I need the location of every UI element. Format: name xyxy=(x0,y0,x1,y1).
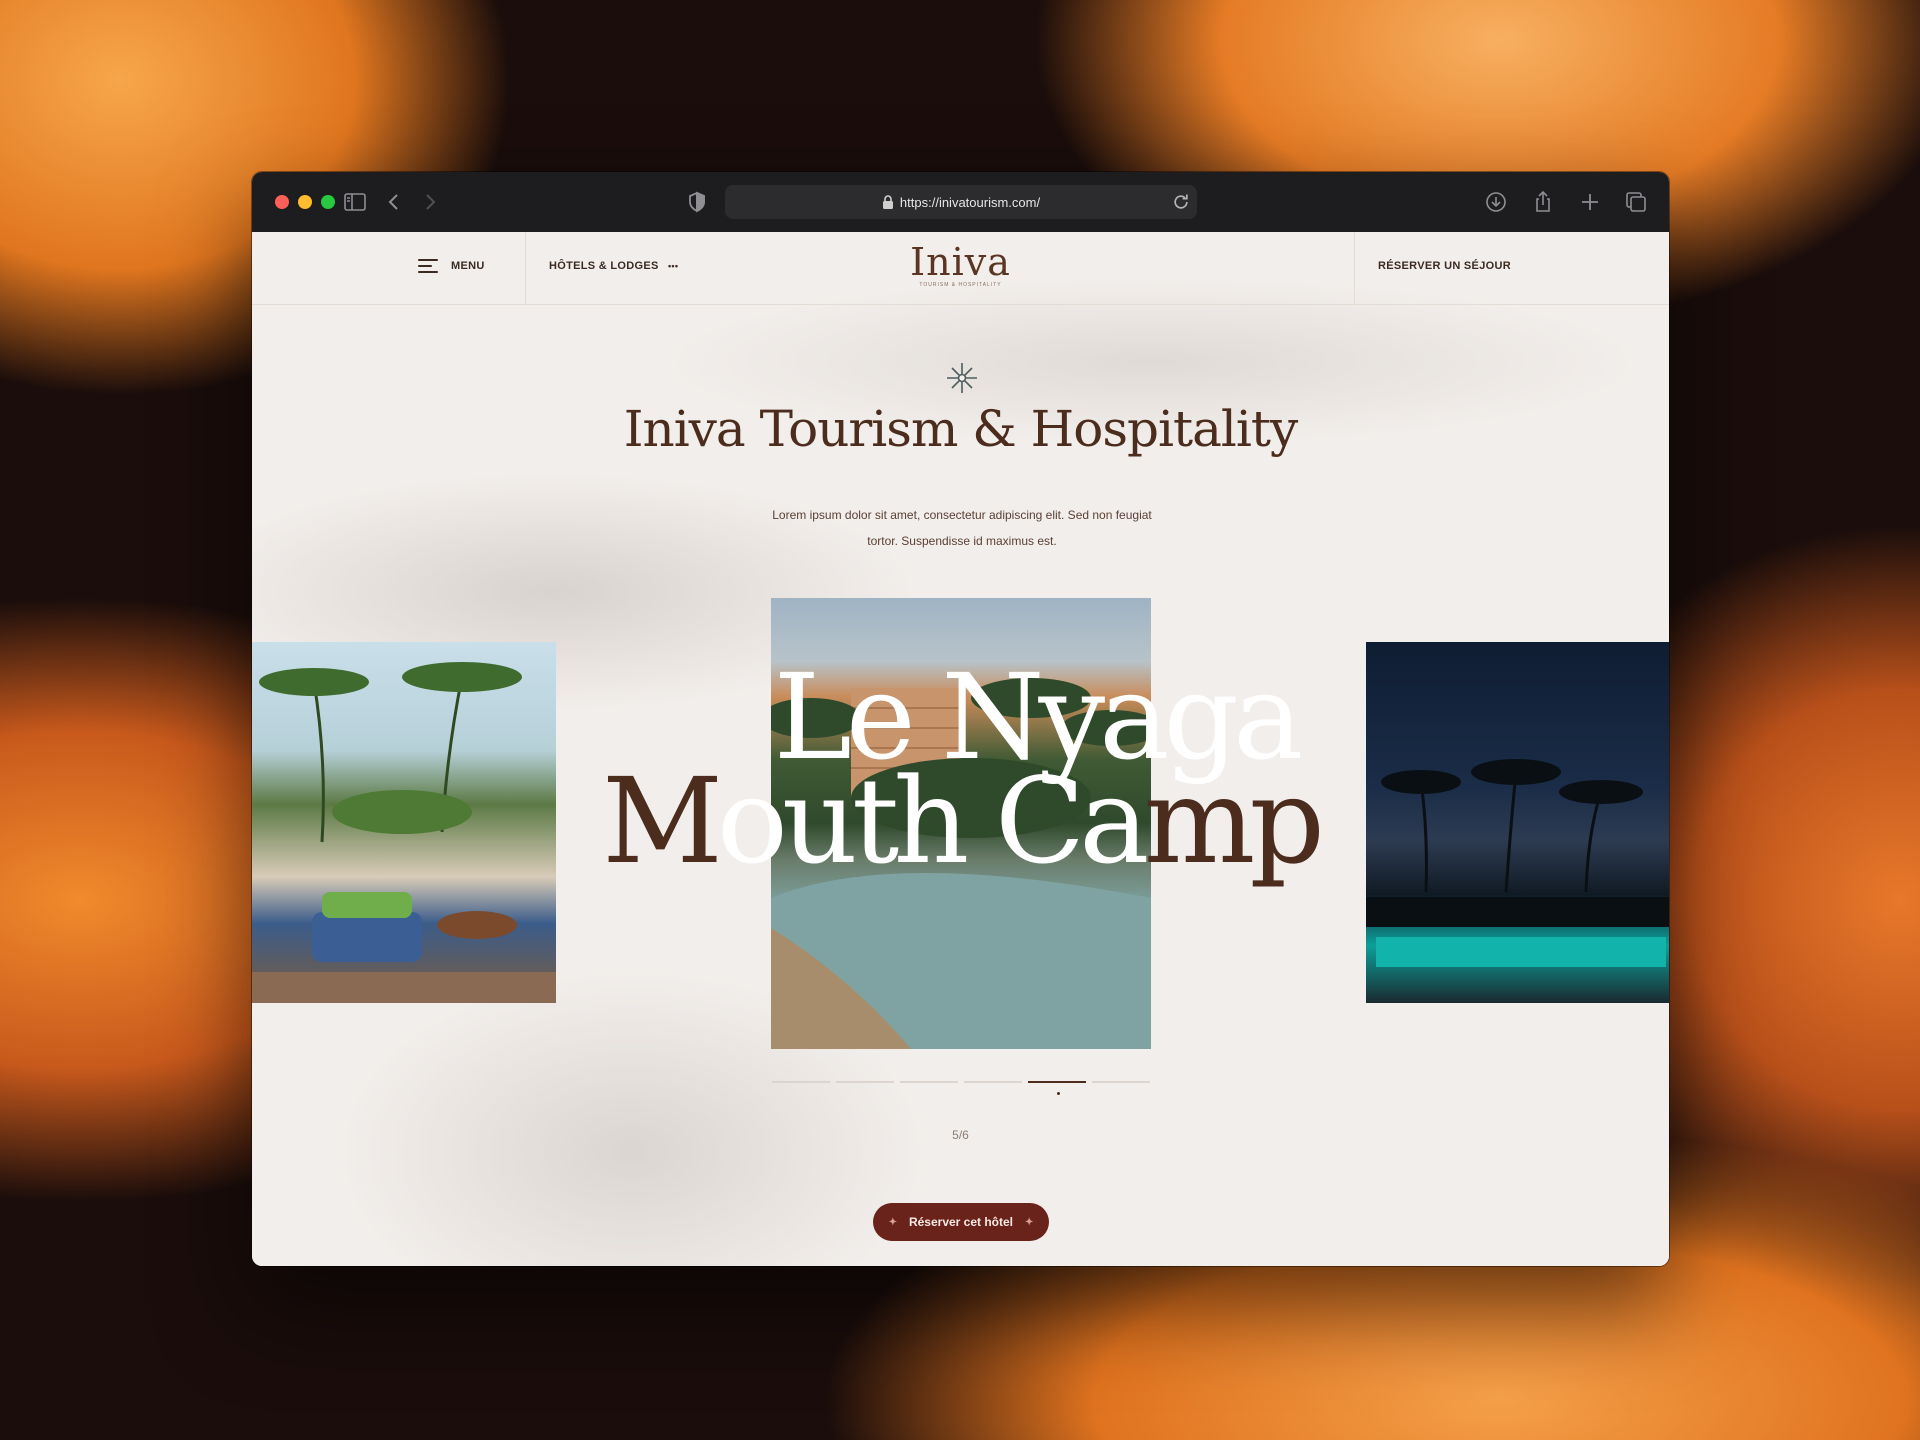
slide-counter: 5/6 xyxy=(952,1128,969,1142)
url-text: https://inivatourism.com/ xyxy=(899,194,1041,210)
sparkle-icon: ✦ xyxy=(888,1216,897,1228)
hotel-name-part: M xyxy=(602,752,723,890)
browser-window: https://inivatourism.com/ MENU HÔTELS & … xyxy=(252,172,1669,1266)
forward-arrow-icon[interactable] xyxy=(418,190,442,214)
pagination-bar[interactable] xyxy=(900,1081,958,1083)
hotel-name-part: mp xyxy=(1143,752,1325,890)
download-icon[interactable] xyxy=(1484,190,1508,214)
maximize-window-button[interactable] xyxy=(321,195,335,209)
pagination-bar-active[interactable] xyxy=(1028,1081,1086,1083)
share-icon[interactable] xyxy=(1531,190,1555,214)
new-tab-plus-icon[interactable] xyxy=(1578,190,1602,214)
intro-description: Lorem ipsum dolor sit amet, consectetur … xyxy=(742,502,1182,554)
address-bar[interactable]: https://inivatourism.com/ xyxy=(725,185,1197,219)
slider-pagination xyxy=(772,1081,1150,1083)
ornament-star-icon xyxy=(947,363,977,393)
reserve-stay-link[interactable]: RÉSERVER UN SÉJOUR xyxy=(1378,260,1511,272)
hotel-name-part: outh Ca xyxy=(716,752,1150,890)
book-hotel-label: Réserver cet hôtel xyxy=(908,1215,1014,1229)
reload-icon[interactable] xyxy=(1171,192,1191,212)
pagination-bar[interactable] xyxy=(1092,1081,1150,1083)
minimize-window-button[interactable] xyxy=(298,195,312,209)
pagination-bar[interactable] xyxy=(836,1081,894,1083)
book-hotel-button[interactable]: ✦ Réserver cet hôtel ✦ xyxy=(873,1203,1049,1241)
description-line: tortor. Suspendisse id maximus est. xyxy=(867,534,1057,548)
sparkle-icon: ✦ xyxy=(1025,1216,1034,1228)
logo-subtitle: TOURISM & HOSPITALITY xyxy=(919,282,1002,288)
website-viewport: MENU HÔTELS & LODGES ••• Iniva TOURISM &… xyxy=(252,232,1669,1266)
lock-icon xyxy=(882,195,893,209)
active-slide-dot xyxy=(1057,1092,1060,1095)
close-window-button[interactable] xyxy=(275,195,289,209)
pagination-bar[interactable] xyxy=(772,1081,830,1083)
browser-toolbar: https://inivatourism.com/ xyxy=(252,172,1669,232)
tab-overview-icon[interactable] xyxy=(1624,190,1648,214)
nav-divider xyxy=(1354,232,1355,304)
back-arrow-icon[interactable] xyxy=(382,190,406,214)
site-header: MENU HÔTELS & LODGES ••• Iniva TOURISM &… xyxy=(252,232,1669,305)
sidebar-toggle-icon[interactable] xyxy=(343,190,367,214)
pagination-bar[interactable] xyxy=(964,1081,1022,1083)
description-line: Lorem ipsum dolor sit amet, consectetur … xyxy=(772,508,1152,522)
page-title: Iniva Tourism & Hospitality xyxy=(623,400,1299,458)
privacy-shield-icon[interactable] xyxy=(685,190,709,214)
hotel-name-line-2: Mouth Camp xyxy=(252,762,1669,880)
